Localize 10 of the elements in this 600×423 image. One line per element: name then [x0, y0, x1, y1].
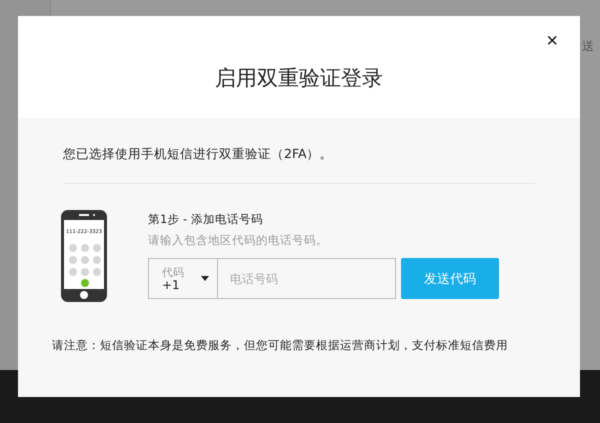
intro-text: 您已选择使用手机短信进行双重验证（2FA）。 [63, 146, 535, 184]
close-button[interactable]: × [542, 30, 562, 52]
country-code-select[interactable]: 代码 +1 [148, 258, 218, 299]
dialog-title: 启用双重验证登录 [215, 65, 383, 92]
step-title: 第1步 - 添加电话号码 [148, 212, 264, 227]
phone-input-field[interactable]: 电话号码 [218, 258, 396, 299]
step-hint: 请输入包含地区代码的电话号码。 [148, 233, 329, 248]
note-text: 请注意：短信验证本身是免费服务，但您可能需要根据运营商计划，支付标准短信费用 [52, 338, 509, 353]
caret-icon [201, 276, 209, 281]
background-text: 送 [582, 38, 594, 55]
